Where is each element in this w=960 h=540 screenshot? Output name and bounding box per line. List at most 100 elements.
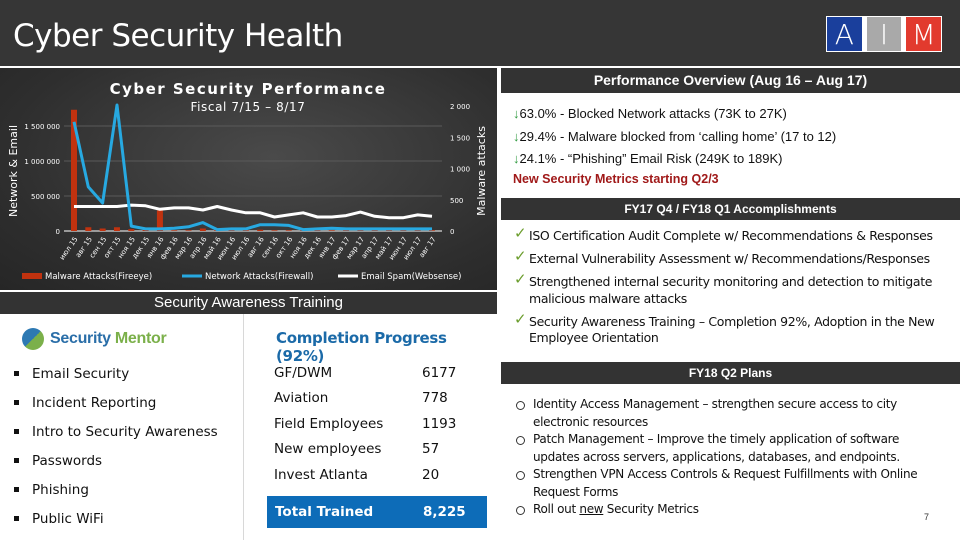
- group-name: Invest Atlanta: [274, 466, 368, 483]
- accomplishment-text: External Vulnerability Assessment w/ Rec…: [529, 251, 930, 266]
- metric-text: 63.0% - Blocked Network attacks (73K to …: [519, 106, 787, 121]
- malware-bar: [357, 230, 364, 231]
- malware-bar: [85, 227, 92, 231]
- y-tick-right: 2 000: [450, 103, 470, 111]
- metric-item: ↓24.1% - “Phishing” Email Risk (249K to …: [513, 148, 836, 171]
- accomplishment-text: Security Awareness Training – Completion…: [529, 313, 935, 346]
- malware-bar: [285, 230, 292, 231]
- logo-letter-a: A: [827, 17, 862, 51]
- course-label: Incident Reporting: [32, 394, 157, 411]
- circle-bullet-icon: [516, 436, 525, 445]
- plan-item: Roll out new Security Metrics: [516, 501, 926, 519]
- plan-text: Strengthen VPN Access Controls & Request…: [533, 467, 918, 499]
- course-item: Phishing: [14, 475, 218, 504]
- accomplishment-item: ✓ Strengthened internal security monitori…: [514, 271, 935, 307]
- page-title: Cyber Security Health: [13, 18, 343, 54]
- circle-bullet-icon: [516, 471, 525, 480]
- x-tick-label: июл 15: [58, 236, 80, 262]
- malware-bar: [429, 230, 435, 231]
- vendor-name-part2: Mentor: [114, 330, 167, 347]
- accomplishment-text: Strengthened internal security monitorin…: [529, 274, 933, 306]
- group-count: 778: [422, 390, 448, 407]
- group-name: New employees: [274, 441, 382, 458]
- chart-subtitle: Fiscal 7/15 – 8/17: [190, 100, 305, 114]
- malware-bar: [199, 228, 206, 231]
- table-row: Field Employees 1193: [274, 411, 494, 437]
- group-name: Field Employees: [274, 415, 384, 432]
- malware-bar: [113, 227, 120, 231]
- network-attacks-line: [72, 103, 432, 232]
- bullet-square-icon: [14, 400, 19, 405]
- y-tick-left: 1 000 000: [24, 158, 60, 166]
- course-label: Passwords: [32, 452, 103, 469]
- y-tick-right: 1 500: [450, 134, 470, 142]
- page-number: 7: [924, 512, 930, 522]
- plan-text: Identity Access Management – strengthen …: [533, 397, 897, 429]
- plan-item: Patch Management – Improve the timely ap…: [516, 431, 926, 466]
- total-value: 8,225: [423, 504, 466, 520]
- malware-bar: [128, 229, 135, 231]
- metric-item: ↓29.4% - Malware blocked from ‘calling h…: [513, 126, 836, 149]
- y-axis-left-label: Network & Email: [7, 125, 20, 217]
- malware-bar: [242, 230, 249, 231]
- table-row: Aviation 778: [274, 386, 494, 412]
- group-count: 6177: [422, 364, 457, 381]
- y-axis-right-label: Malware attacks: [475, 126, 488, 216]
- course-label: Phishing: [32, 481, 89, 498]
- course-item: Email Security: [14, 359, 218, 388]
- malware-bar: [386, 230, 393, 231]
- plans-list: Identity Access Management – strengthen …: [516, 396, 926, 519]
- logo-letter-m: M: [906, 17, 942, 51]
- plan-text: Patch Management – Improve the timely ap…: [533, 432, 900, 464]
- chart-svg: Cyber Security Performance Fiscal 7/15 –…: [7, 80, 488, 282]
- cyber-security-chart: Cyber Security Performance Fiscal 7/15 –…: [0, 68, 497, 290]
- accomplishment-text: ISO Certification Audit Complete w/ Reco…: [529, 228, 933, 243]
- malware-bar: [99, 228, 106, 231]
- legend-label: Email Spam(Websense): [361, 272, 461, 282]
- table-row: GF/DWM 6177: [274, 360, 494, 386]
- security-mentor-icon: [22, 328, 44, 350]
- plan-item: Strengthen VPN Access Controls & Request…: [516, 466, 926, 501]
- accomplishment-item: ✓ ISO Certification Audit Complete w/ Rec…: [514, 224, 935, 245]
- malware-bar: [171, 230, 178, 231]
- y-tick-left: 1 500 000: [24, 123, 60, 131]
- course-label: Public WiFi: [32, 510, 104, 527]
- y-tick-left: 0: [56, 228, 60, 236]
- course-item: Intro to Security Awareness: [14, 417, 218, 446]
- plan-text-suffix: Security Metrics: [603, 502, 699, 516]
- course-item: Public WiFi: [14, 504, 218, 533]
- logo-letter-i: I: [866, 17, 902, 51]
- completion-table: GF/DWM 6177 Aviation 778 Field Employees 11…: [274, 360, 494, 488]
- circle-bullet-icon: [516, 401, 525, 410]
- plans-header: FY18 Q2 Plans: [501, 362, 960, 384]
- group-name: Aviation: [274, 390, 329, 407]
- legend-label: Network Attacks(Firewall): [205, 272, 313, 282]
- metric-text: 24.1% - “Phishing” Email Risk (249K to 1…: [519, 151, 783, 166]
- bullet-square-icon: [14, 487, 19, 492]
- training-section-header: Security Awareness Training: [0, 292, 497, 314]
- malware-bar: [371, 230, 378, 231]
- malware-bar: [343, 230, 350, 231]
- accomplishment-item: ✓ External Vulnerability Assessment w/ Re…: [514, 247, 935, 268]
- accomplishment-item: ✓ Security Awareness Training – Completio…: [514, 310, 935, 347]
- plan-item: Identity Access Management – strengthen …: [516, 396, 926, 431]
- bullet-square-icon: [14, 371, 19, 376]
- legend-label: Malware Attacks(Fireeye): [45, 272, 152, 282]
- malware-bar: [257, 229, 264, 231]
- malware-bar: [185, 230, 192, 231]
- course-label: Intro to Security Awareness: [32, 423, 218, 440]
- plan-text-prefix: Roll out: [533, 502, 580, 516]
- malware-bar: [271, 230, 278, 231]
- checkmark-icon: ✓: [514, 224, 527, 242]
- y-tick-left: 500 000: [31, 193, 60, 201]
- bullet-square-icon: [14, 458, 19, 463]
- new-metrics-note: New Security Metrics starting Q2/3: [513, 172, 719, 186]
- training-courses-panel: Security Mentor Email Security Incident …: [0, 314, 242, 540]
- y-tick-right: 500: [450, 197, 463, 205]
- metric-item: ↓63.0% - Blocked Network attacks (73K to…: [513, 103, 836, 126]
- y-tick-right: 0: [450, 228, 454, 236]
- bullet-square-icon: [14, 429, 19, 434]
- malware-bar: [400, 230, 407, 231]
- checkmark-icon: ✓: [514, 247, 527, 265]
- course-list: Email Security Incident Reporting Intro …: [14, 359, 218, 533]
